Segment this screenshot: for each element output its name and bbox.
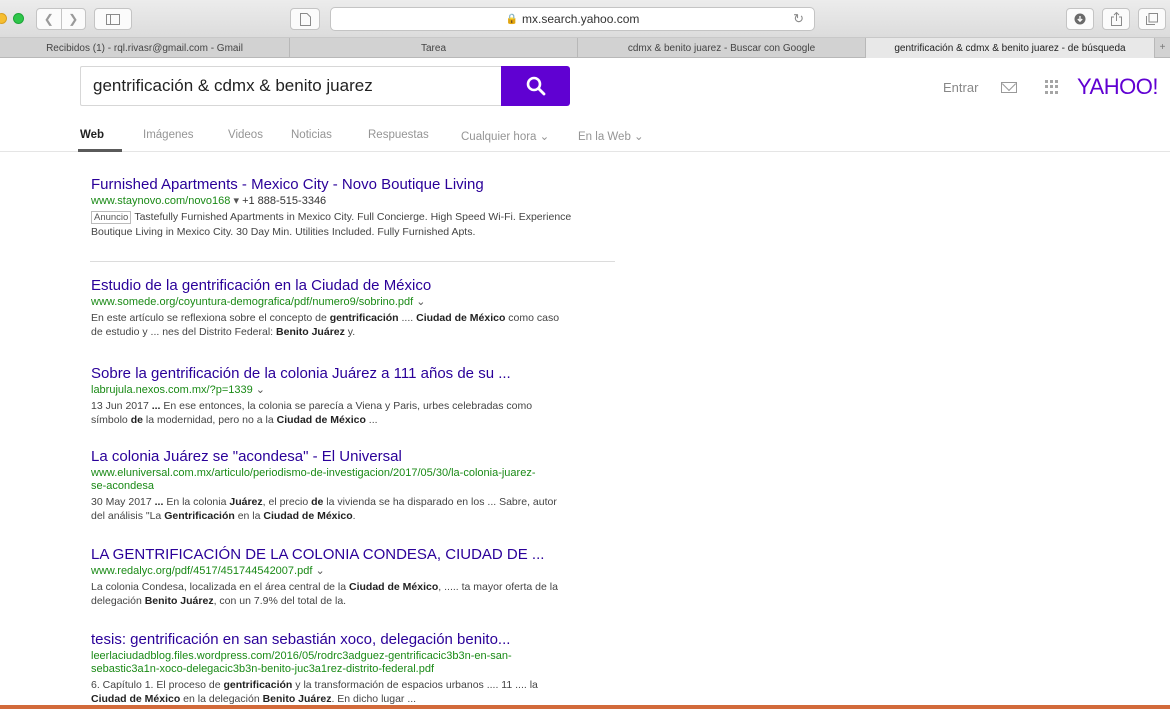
result-url: www.staynovo.com/novo168 ▾ +1 888-515-33…	[91, 195, 631, 208]
result-title[interactable]: La colonia Juárez se "acondesa" - El Uni…	[91, 448, 631, 466]
url-text[interactable]: www.redalyc.org/pdf/4517/451744542007.pd…	[91, 565, 312, 577]
result-snippet: 13 Jun 2017 ... En ese entonces, la colo…	[91, 400, 533, 426]
time-filter-dropdown[interactable]: Cualquier hora ⌄	[461, 129, 549, 143]
back-icon[interactable]: ❮	[37, 9, 62, 29]
active-tab-indicator	[78, 149, 122, 152]
reload-icon[interactable]: ↻	[793, 11, 804, 27]
tab-images[interactable]: Imágenes	[143, 129, 194, 141]
url-text[interactable]: labrujula.nexos.com.mx/?p=1339	[91, 384, 253, 396]
search-verticals: Web Imágenes Videos Noticias Respuestas …	[0, 120, 1170, 152]
lock-icon: 🔒	[505, 13, 519, 25]
history-nav: ❮ ❯	[36, 8, 86, 30]
sidebar-toggle-button[interactable]	[94, 8, 132, 30]
apps-grid-icon[interactable]	[1045, 80, 1059, 94]
result-title[interactable]: tesis: gentrificación en san sebastián x…	[91, 631, 631, 649]
tab-bar: Recibidos (1) - rql.rivasr@gmail.com - G…	[0, 38, 1170, 58]
result-item: Estudio de la gentrificación en la Ciuda…	[91, 277, 631, 339]
new-tab-button[interactable]: +	[1155, 38, 1170, 57]
tab-label: Tarea	[420, 42, 446, 54]
page-icon	[299, 12, 311, 26]
result-title[interactable]: Estudio de la gentrificación en la Ciuda…	[91, 277, 631, 295]
result-snippet: 6. Capítulo 1. El proceso de gentrificac…	[91, 679, 538, 705]
result-item: tesis: gentrificación en san sebastián x…	[91, 631, 631, 706]
ad-divider	[90, 261, 615, 262]
downloads-button[interactable]	[1066, 8, 1094, 30]
signin-link[interactable]: Entrar	[943, 80, 978, 95]
result-snippet: Anuncio Tastefully Furnished Apartments i…	[91, 210, 631, 239]
sidebar-icon	[106, 13, 120, 25]
result-item: Sobre la gentrificación de la colonia Ju…	[91, 365, 631, 427]
download-icon	[1074, 13, 1086, 25]
search-icon	[526, 76, 545, 96]
ad-badge: Anuncio	[91, 211, 132, 224]
tabs-overview-button[interactable]	[1138, 8, 1166, 30]
result-url: labrujula.nexos.com.mx/?p=1339 ⌄	[91, 384, 631, 397]
tab-label: cdmx & benito juarez - Buscar con Google	[627, 42, 816, 54]
tab-web[interactable]: Web	[80, 129, 104, 141]
result-title[interactable]: Furnished Apartments - Mexico City - Nov…	[91, 176, 631, 194]
yahoo-logo[interactable]: YAHOO!	[1077, 74, 1158, 100]
window-bottom-edge	[0, 705, 1170, 709]
tabs-icon	[1146, 13, 1158, 25]
chevron-down-icon[interactable]: ⌄	[416, 296, 425, 308]
result-url[interactable]: leerlaciudadblog.files.wordpress.com/201…	[91, 650, 631, 676]
result-item: LA GENTRIFICACIÓN DE LA COLONIA CONDESA,…	[91, 546, 631, 608]
tab-gmail[interactable]: Recibidos (1) - rql.rivasr@gmail.com - G…	[0, 38, 290, 58]
snippet-text: Boutique Living in Mexico City. 30 Day M…	[91, 226, 476, 238]
url-text: mx.search.yahoo.com	[522, 12, 640, 26]
tab-yahoo-search[interactable]: gentrificación & cdmx & benito juarez - …	[866, 38, 1155, 58]
result-url: www.redalyc.org/pdf/4517/451744542007.pd…	[91, 565, 631, 578]
tab-videos[interactable]: Videos	[228, 129, 263, 141]
snippet-text: Tastefully Furnished Apartments in Mexic…	[134, 211, 572, 223]
minimize-window-button[interactable]	[0, 13, 7, 24]
tab-label: Recibidos (1) - rql.rivasr@gmail.com - G…	[46, 42, 243, 54]
tab-google-search[interactable]: cdmx & benito juarez - Buscar con Google	[578, 38, 866, 58]
result-snippet: 30 May 2017 ... En la colonia Juárez, el…	[91, 496, 557, 522]
url-text[interactable]: www.somede.org/coyuntura-demografica/pdf…	[91, 296, 413, 308]
browser-toolbar: ❮ ❯ 🔒 mx.search.yahoo.com ↻	[0, 0, 1170, 38]
mail-icon[interactable]	[1001, 82, 1017, 93]
yahoo-header: Entrar YAHOO!	[0, 58, 1170, 120]
chevron-down-icon[interactable]: ⌄	[315, 565, 324, 577]
ad-phone[interactable]: +1 888-515-3346	[242, 195, 326, 207]
tab-tarea[interactable]: Tarea	[290, 38, 578, 58]
tab-news[interactable]: Noticias	[291, 129, 332, 141]
result-item: La colonia Juárez se "acondesa" - El Uni…	[91, 448, 631, 523]
forward-icon[interactable]: ❯	[62, 9, 86, 29]
search-input[interactable]	[80, 66, 502, 106]
zoom-window-button[interactable]	[13, 13, 24, 24]
ad-url[interactable]: www.staynovo.com/novo168	[91, 195, 230, 207]
result-snippet: La colonia Condesa, localizada en el áre…	[91, 581, 558, 607]
result-url[interactable]: www.eluniversal.com.mx/articulo/periodis…	[91, 467, 631, 493]
ad-result: Furnished Apartments - Mexico City - Nov…	[91, 176, 631, 239]
search-button[interactable]	[501, 66, 570, 106]
result-title[interactable]: LA GENTRIFICACIÓN DE LA COLONIA CONDESA,…	[91, 546, 631, 564]
address-bar[interactable]: 🔒 mx.search.yahoo.com ↻	[330, 7, 815, 31]
region-filter-dropdown[interactable]: En la Web ⌄	[578, 129, 644, 143]
chevron-down-icon[interactable]: ▾	[233, 195, 239, 207]
result-title[interactable]: Sobre la gentrificación de la colonia Ju…	[91, 365, 631, 383]
chevron-down-icon[interactable]: ⌄	[256, 384, 265, 396]
share-icon	[1110, 12, 1122, 26]
reader-button[interactable]	[290, 8, 320, 30]
tab-label: gentrificación & cdmx & benito juarez - …	[894, 42, 1126, 54]
result-url: www.somede.org/coyuntura-demografica/pdf…	[91, 296, 631, 309]
tab-answers[interactable]: Respuestas	[368, 129, 429, 141]
result-snippet: En este artículo se reflexiona sobre el …	[91, 312, 560, 338]
share-button[interactable]	[1102, 8, 1130, 30]
